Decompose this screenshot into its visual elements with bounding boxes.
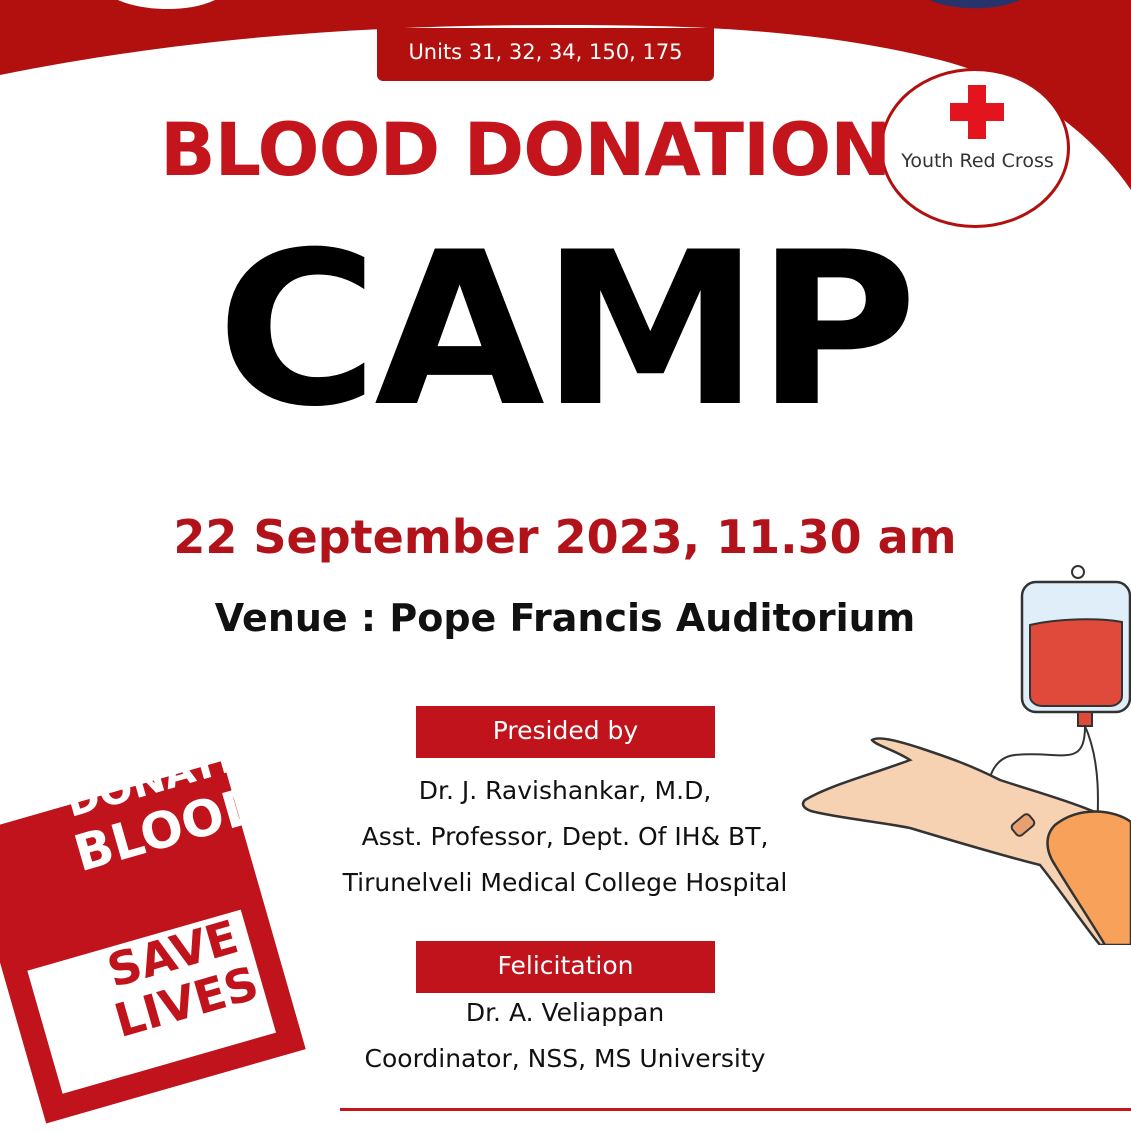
presided-line: Dr. J. Ravishankar, M.D, [418, 776, 712, 805]
event-date-time: 22 September 2023, 11.30 am [173, 510, 957, 564]
blood-bag-illustration [801, 565, 1131, 945]
presided-line: Tirunelveli Medical College Hospital [342, 868, 788, 897]
red-cross-icon [950, 85, 1004, 139]
poster: Units 31, 32, 34, 150, 175 Youth Red Cro… [0, 0, 1131, 1131]
title-line-1: BLOOD DONATION [160, 108, 891, 193]
logo-label: Youth Red Cross [901, 150, 1054, 172]
bottom-divider [340, 1108, 1131, 1111]
felicitation-line: Dr. A. Veliappan [465, 998, 665, 1027]
title-line-2: CAMP [216, 206, 918, 453]
units-banner: Units 31, 32, 34, 150, 175 [377, 28, 714, 81]
felicitation-label: Felicitation [416, 941, 715, 993]
felicitation-line: Coordinator, NSS, MS University [364, 1044, 766, 1073]
presided-line: Asst. Professor, Dept. Of IH& BT, [361, 822, 769, 851]
presided-by-label: Presided by [416, 706, 715, 758]
